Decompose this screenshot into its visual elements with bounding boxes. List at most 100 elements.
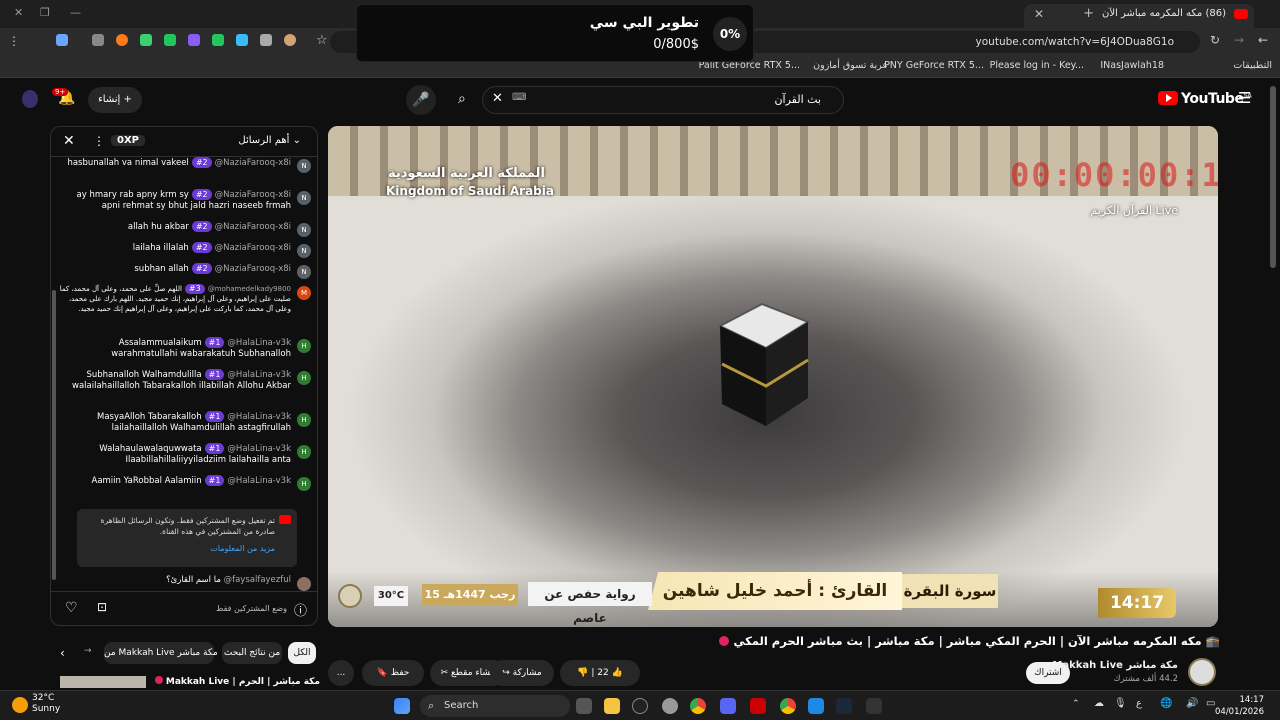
video-player[interactable]: المملكة العربية السعودية Kingdom of Saud…	[328, 126, 1218, 627]
live-dot-icon	[154, 676, 163, 684]
bookmark-2[interactable]: Please log in - Key...	[990, 60, 1084, 71]
account-avatar[interactable]	[22, 90, 38, 108]
chat-username[interactable]: @HalaLina-v3k	[227, 370, 291, 380]
bookmark-1[interactable]: INasJawlah18	[1100, 60, 1164, 71]
chat-username[interactable]: @NaziaFarooq-x8i	[215, 243, 291, 253]
window-maximize-icon[interactable]: ❐	[40, 6, 50, 19]
system-clock[interactable]: 14:17 04/01/2026	[1215, 694, 1264, 718]
chat-username[interactable]: @NaziaFarooq-x8i	[215, 158, 291, 168]
extension-icon-2[interactable]	[116, 34, 128, 46]
browser-app-icon[interactable]	[808, 698, 824, 714]
clear-search-icon[interactable]: ✕	[492, 91, 503, 106]
url-text: youtube.com/watch?v=6J4ODua8G1o	[975, 36, 1174, 48]
chat-username[interactable]: @mohamedelkady9800	[208, 285, 291, 293]
suggested-thumbnail[interactable]	[60, 676, 146, 688]
chat-scrollbar[interactable]	[52, 290, 56, 580]
epic-games-icon[interactable]	[866, 698, 882, 714]
chips-prev-icon[interactable]: ‹	[60, 646, 65, 660]
back-icon[interactable]: ←	[1258, 33, 1268, 47]
extension-icon-4[interactable]	[164, 34, 176, 46]
audio-icon[interactable]	[260, 34, 272, 46]
channel-name-arabic: مكة مباشر	[1126, 660, 1178, 671]
save-button[interactable]: 🔖 حفظ	[362, 660, 424, 686]
like-icon[interactable]: 👍	[612, 668, 623, 678]
chat-username[interactable]: @NaziaFarooq-x8i	[215, 264, 291, 274]
microphone-icon[interactable]: 🎙	[1114, 698, 1127, 709]
suggested-title: مكة مباشر | الحرم | Makkah Live	[165, 677, 320, 687]
super-chat-icon[interactable]: ⊡	[97, 600, 107, 614]
heart-icon[interactable]: ♡	[65, 600, 78, 616]
chat-username[interactable]: @HalaLina-v3k	[227, 476, 291, 486]
new-tab-icon[interactable]: +	[1083, 6, 1094, 21]
guide-menu-icon[interactable]: ☰	[1238, 89, 1251, 107]
start-button-icon[interactable]	[394, 698, 410, 714]
forward-icon[interactable]: →	[1234, 33, 1244, 47]
bookmark-star-icon[interactable]: ☆	[316, 33, 328, 48]
weather-widget[interactable]: 32°C Sunny	[32, 693, 60, 715]
tab-close-icon[interactable]: ✕	[1034, 4, 1044, 24]
extension-icon-7[interactable]	[236, 34, 248, 46]
points-badge[interactable]: 0XP	[111, 135, 145, 146]
dislike-icon[interactable]: 👎	[577, 668, 588, 678]
bookmark-4[interactable]: عربة تسوق أمازون	[813, 60, 888, 71]
chip-channel[interactable]: من Makkah Live مكة مباشر	[104, 642, 218, 664]
network-icon[interactable]: 🌐	[1160, 698, 1172, 709]
steam-icon[interactable]	[836, 698, 852, 714]
close-chat-icon[interactable]: ✕	[63, 133, 75, 149]
channel-avatar[interactable]	[1188, 658, 1216, 686]
tray-icon-1[interactable]: ☁	[1094, 698, 1104, 709]
info-icon[interactable]: ⓘ	[294, 600, 307, 619]
share-button[interactable]: ↪ مشاركة	[490, 660, 554, 686]
tray-chevron-icon[interactable]: ⌃	[1072, 699, 1080, 709]
create-button[interactable]: إنشاء +	[88, 87, 142, 113]
learn-more-link[interactable]: مزيد من المعلومات	[85, 543, 275, 554]
extension-icon-3[interactable]	[140, 34, 152, 46]
chrome-profile-icon[interactable]	[780, 698, 796, 714]
chip-all[interactable]: الكل	[288, 642, 316, 664]
channel-name[interactable]: مكة مباشر Makkah Live	[1052, 660, 1178, 671]
chat-username[interactable]: @HalaLina-v3k	[227, 412, 291, 422]
browser-menu-icon[interactable]: ⋮	[8, 34, 20, 48]
file-explorer-icon[interactable]	[604, 698, 620, 714]
task-view-icon[interactable]	[576, 698, 592, 714]
chips-arrow-icon[interactable]: →	[84, 646, 92, 656]
suggested-video[interactable]: مكة مباشر | الحرم | Makkah Live	[60, 676, 320, 690]
taskbar-search[interactable]: ⌕ Search	[420, 695, 570, 717]
bookmark-3[interactable]: PNY GeForce RTX 5...	[884, 60, 984, 71]
avatar: N	[297, 265, 311, 279]
extension-icon-5[interactable]	[188, 34, 200, 46]
window-close-icon[interactable]: ✕	[14, 6, 23, 19]
bookmark-apps[interactable]: التطبيقات	[1233, 60, 1272, 71]
media-icon[interactable]	[750, 698, 766, 714]
volume-icon[interactable]: 🔊	[1186, 698, 1198, 709]
more-actions-button[interactable]: ...	[328, 660, 354, 686]
extension-icon-1[interactable]	[56, 34, 68, 46]
extension-icon-6[interactable]	[212, 34, 224, 46]
reload-icon[interactable]: ↻	[1210, 33, 1220, 47]
page-scrollbar[interactable]	[1270, 86, 1276, 268]
extension-icon-8[interactable]	[284, 34, 296, 46]
chat-username[interactable]: @HalaLina-v3k	[227, 444, 291, 454]
chip-search-results[interactable]: من نتائج البحث	[222, 642, 282, 664]
chat-username[interactable]: @faysalfayezful	[224, 575, 291, 585]
chat-username[interactable]: @NaziaFarooq-x8i	[215, 190, 291, 200]
browser-tab-active[interactable]: (86) مكه المكرمه مباشر الآن ✕	[1024, 4, 1254, 28]
settings-gear-icon[interactable]	[662, 698, 678, 714]
chat-options-icon[interactable]: ⋮	[93, 134, 105, 148]
chat-username[interactable]: @HalaLina-v3k	[227, 338, 291, 348]
search-input[interactable]: بث القرآن	[482, 86, 844, 114]
github-icon[interactable]	[632, 698, 648, 714]
avatar: N	[297, 223, 311, 237]
chrome-icon[interactable]	[690, 698, 706, 714]
keyboard-icon[interactable]: ⌨	[512, 92, 526, 103]
search-icon[interactable]: ⌕	[458, 91, 466, 107]
kaaba-image	[717, 302, 811, 426]
rank-badge: #3	[184, 284, 205, 294]
extensions-puzzle-icon[interactable]	[92, 34, 104, 46]
voice-search-button[interactable]: 🎤	[406, 85, 436, 115]
discord-icon[interactable]	[720, 698, 736, 714]
language-icon[interactable]: ع	[1136, 698, 1142, 709]
window-minimize-icon[interactable]: —	[70, 6, 81, 19]
chat-mode-dropdown[interactable]: أهم الرسائل ⌄	[238, 135, 301, 146]
chat-username[interactable]: @NaziaFarooq-x8i	[215, 222, 291, 232]
